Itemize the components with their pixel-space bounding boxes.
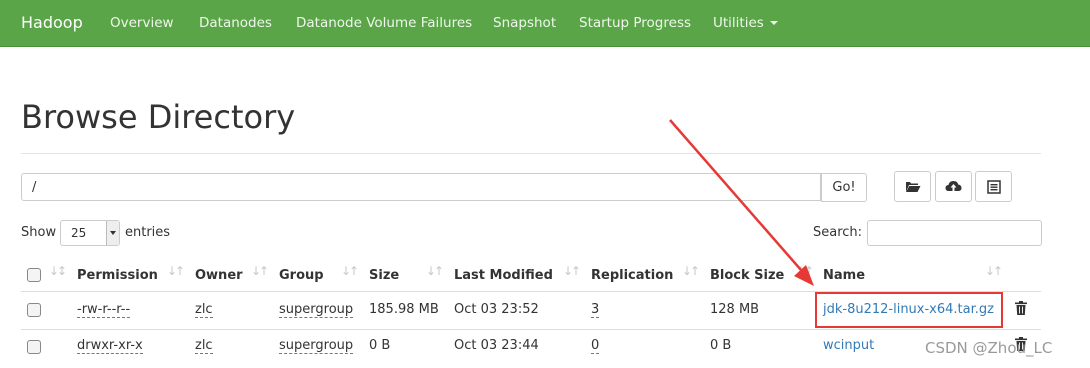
trash-icon[interactable] [1015,301,1027,315]
folder-open-icon [905,182,920,192]
directory-name-link[interactable]: wcinput [823,338,874,353]
cloud-upload-icon [945,181,962,192]
select-all-checkbox[interactable] [27,268,41,282]
chevron-down-icon [106,221,119,245]
modified-value: Oct 03 23:44 [454,338,539,353]
nav-utilities-label: Utilities [713,15,764,31]
upload-files-button[interactable] [935,171,972,202]
column-header-size[interactable]: Size [369,268,399,283]
nav-datanodes[interactable]: Datanodes [199,15,272,31]
show-label: Show [21,225,57,240]
row-checkbox[interactable] [27,303,41,317]
nav-snapshot[interactable]: Snapshot [493,15,556,31]
sort-icon[interactable]: ↓↑ [167,264,185,278]
sort-icon[interactable]: ↓↑ [682,264,700,278]
column-header-permission[interactable]: Permission [77,268,158,283]
highlight-box [815,292,1003,328]
search-input[interactable] [867,220,1042,246]
list-icon [986,179,1001,194]
column-header-block-size[interactable]: Block Size [710,268,784,283]
row-divider [21,329,1041,330]
page-length-select[interactable]: 25 [60,220,120,246]
entries-label: entries [125,225,171,240]
modified-value: Oct 03 23:52 [454,302,539,317]
group-value[interactable]: supergroup [279,338,354,354]
nav-overview[interactable]: Overview [110,15,174,31]
nav-startup-progress[interactable]: Startup Progress [579,15,691,31]
sort-icon[interactable]: ↓↕ [49,264,67,278]
sort-icon[interactable]: ↓↑ [341,264,359,278]
replication-value[interactable]: 0 [591,338,600,354]
create-directory-button[interactable] [894,171,931,202]
column-header-replication[interactable]: Replication [591,268,673,283]
row-checkbox[interactable] [27,340,41,354]
page-length-value: 25 [71,226,87,240]
sort-icon[interactable]: ↓↑ [251,264,269,278]
column-header-group[interactable]: Group [279,268,324,283]
block-size-value: 0 B [710,338,732,353]
brand-link[interactable]: Hadoop [21,13,83,32]
sort-icon[interactable]: ↓↑ [985,264,1003,278]
sort-icon[interactable]: ↓↑ [426,264,444,278]
column-header-name[interactable]: Name [823,268,865,283]
caret-down-icon [769,21,778,25]
size-value: 0 B [369,338,391,353]
owner-value[interactable]: zlc [195,302,213,318]
sort-icon[interactable]: ↓↑ [563,264,581,278]
block-size-value: 128 MB [710,302,760,317]
cut-paste-button[interactable] [975,171,1012,202]
column-header-owner[interactable]: Owner [195,268,243,283]
go-button[interactable]: Go! [821,173,867,202]
size-value: 185.98 MB [369,302,439,317]
nav-utilities[interactable]: Utilities [713,15,778,31]
column-header-last-modified[interactable]: Last Modified [454,268,553,283]
divider [21,153,1041,154]
directory-path-input[interactable] [21,173,821,201]
top-navbar: Hadoop Overview Datanodes Datanode Volum… [0,0,1090,47]
owner-value[interactable]: zlc [195,338,213,354]
nav-datanode-volume-failures[interactable]: Datanode Volume Failures [296,15,472,31]
permission-value[interactable]: -rw-r--r-- [77,302,131,318]
replication-value[interactable]: 3 [591,302,600,318]
permission-value[interactable]: drwxr-xr-x [77,338,143,354]
search-label: Search: [813,225,863,240]
sort-icon[interactable]: ↓↑ [796,264,814,278]
watermark: CSDN @Zhou_LC [925,339,1053,357]
page-title: Browse Directory [21,98,296,136]
group-value[interactable]: supergroup [279,302,354,318]
